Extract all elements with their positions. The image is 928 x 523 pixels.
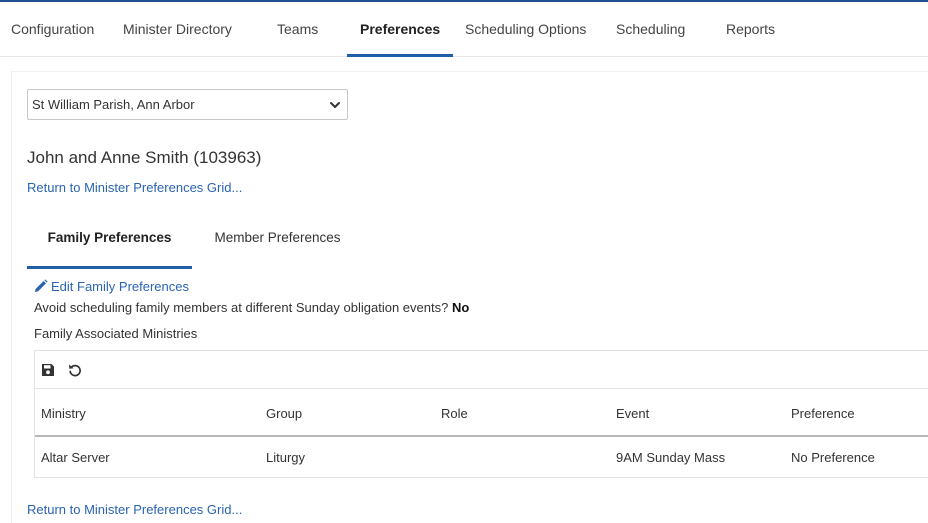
nav-active-indicator: [347, 54, 453, 57]
family-ministries-label: Family Associated Ministries: [34, 326, 198, 341]
undo-icon[interactable]: [68, 363, 82, 377]
tab-member-preferences[interactable]: Member Preferences: [200, 222, 355, 268]
cell-event: 9AM Sunday Mass: [616, 450, 726, 465]
cell-preference: No Preference: [791, 450, 875, 465]
edit-family-preferences-link[interactable]: Edit Family Preferences: [34, 279, 189, 294]
nav-item-scheduling-options[interactable]: Scheduling Options: [465, 2, 586, 56]
parish-select-value: St William Parish, Ann Arbor: [32, 97, 195, 112]
cell-ministry: Altar Server: [41, 450, 110, 465]
nav-item-configuration[interactable]: Configuration: [11, 2, 94, 56]
nav-item-reports[interactable]: Reports: [726, 2, 775, 56]
save-icon[interactable]: [41, 363, 55, 377]
content-border-top: [11, 71, 928, 72]
edit-family-preferences-label: Edit Family Preferences: [51, 279, 189, 294]
tab-active-indicator: [27, 266, 192, 269]
grid-header-row: Ministry Group Role Event Preference: [35, 389, 928, 437]
ministries-grid: Ministry Group Role Event Preference Alt…: [34, 350, 928, 478]
return-to-grid-link-bottom[interactable]: Return to Minister Preferences Grid...: [27, 502, 242, 517]
cell-group: Liturgy: [266, 450, 306, 465]
family-title: John and Anne Smith (103963): [27, 148, 262, 167]
column-header-event[interactable]: Event: [616, 406, 649, 421]
table-row[interactable]: Altar Server Liturgy 9AM Sunday Mass No …: [35, 437, 928, 477]
pencil-icon: [35, 279, 48, 292]
grid-toolbar: [35, 351, 928, 389]
column-header-preference[interactable]: Preference: [791, 406, 855, 421]
return-to-grid-link-top[interactable]: Return to Minister Preferences Grid...: [27, 180, 242, 195]
nav-item-teams[interactable]: Teams: [277, 2, 318, 56]
chevron-down-icon: [330, 102, 340, 108]
main-nav: Configuration Minister Directory Teams P…: [0, 2, 928, 57]
content-border-left: [11, 72, 12, 523]
question-answer: No: [451, 300, 470, 315]
column-header-ministry[interactable]: Ministry: [41, 406, 86, 421]
question-text: Avoid scheduling family members at diffe…: [34, 300, 449, 315]
sunday-obligation-question: Avoid scheduling family members at diffe…: [34, 300, 469, 315]
nav-item-minister-directory[interactable]: Minister Directory: [123, 2, 232, 56]
parish-select[interactable]: St William Parish, Ann Arbor: [27, 89, 348, 120]
tab-family-preferences[interactable]: Family Preferences: [27, 222, 192, 268]
nav-item-preferences[interactable]: Preferences: [360, 2, 440, 56]
nav-item-scheduling[interactable]: Scheduling: [616, 2, 685, 56]
column-header-group[interactable]: Group: [266, 406, 302, 421]
column-header-role[interactable]: Role: [441, 406, 468, 421]
